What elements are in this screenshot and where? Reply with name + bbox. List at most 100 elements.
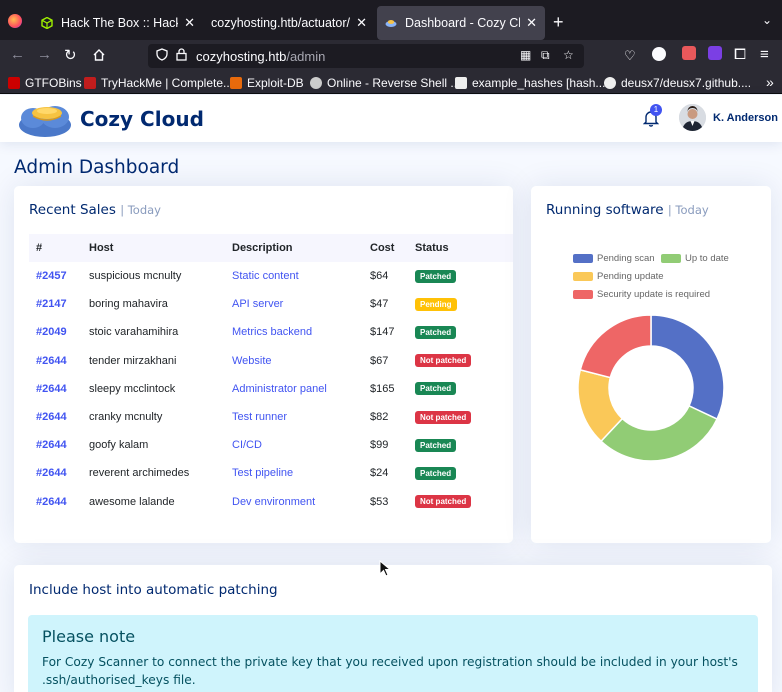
row-id-link[interactable]: #2644 [36,355,67,367]
close-tab-icon[interactable]: ✕ [184,15,195,31]
brand-name[interactable]: Cozy Cloud [80,107,204,131]
tab-hackthebox[interactable]: Hack The Box :: Hack The ✕ [33,6,203,40]
running-software-title: Running software | Today [546,202,709,218]
table-row: #2644 sleepy mcclintock Administrator pane… [29,375,513,403]
bookmark-star-icon[interactable]: ☆ [563,48,574,62]
row-status-cell: Patched [408,431,513,459]
extensions-puzzle-icon[interactable]: ⧠ [734,46,746,63]
more-bookmarks-icon[interactable]: » [766,74,774,90]
column-header: Description [232,242,293,254]
qr-code-icon[interactable]: ▦ [520,48,531,62]
row-id-link[interactable]: #2049 [36,326,67,338]
github-icon [604,77,616,89]
row-id-link[interactable]: #2644 [36,467,67,479]
row-description-link[interactable]: Metrics backend [232,326,312,338]
tab-dashboard[interactable]: Dashboard - Cozy Cloud ✕ [377,6,545,40]
row-cost: $165 [370,382,395,395]
donut-slice-0[interactable] [650,314,725,421]
row-cost: $67 [370,354,389,367]
back-icon[interactable]: ← [10,46,25,63]
bookmark-label: GTFOBins [25,76,82,90]
row-description-link[interactable]: Administrator panel [232,383,327,395]
avatar[interactable] [679,104,706,131]
bookmark-tryhackme[interactable]: TryHackMe | Complete... [84,76,233,90]
row-description-link[interactable]: Dev environment [232,496,315,508]
row-description-link[interactable]: CI/CD [232,439,262,451]
status-badge: Not patched [415,354,472,368]
shield-icon[interactable] [156,48,168,61]
row-status-cell: Patched [408,459,513,487]
forward-icon[interactable]: → [37,46,52,63]
list-tabs-icon[interactable]: ⌄ [762,13,772,27]
app-header: Cozy Cloud 1 K. Anderson [0,95,782,142]
lock-icon[interactable] [176,48,187,61]
close-tab-icon[interactable]: ✕ [356,15,367,31]
status-badge: Not patched [415,495,472,509]
row-description-link[interactable]: Test pipeline [232,467,293,479]
bookmark-github[interactable]: deusx7/deusx7.github.... [604,76,751,90]
skull-icon [310,77,322,89]
firefox-icon[interactable] [8,14,22,28]
row-host: awesome lalande [89,495,175,508]
row-id-link[interactable]: #2644 [36,439,67,451]
legend-item[interactable]: Pending scan [573,253,655,264]
row-description-cell: Test pipeline [225,459,363,487]
extension-badge-icon[interactable] [708,46,722,60]
row-description-link[interactable]: Static content [232,270,299,282]
user-name[interactable]: K. Anderson [713,112,778,124]
menu-icon[interactable]: ≡ [760,46,769,63]
hashcat-icon [455,77,467,89]
row-id-link[interactable]: #2644 [36,383,67,395]
bookmark-label: Exploit-DB [247,76,304,90]
row-description-cell: Administrator panel [225,375,363,403]
column-header: # [36,242,43,254]
row-description-link[interactable]: API server [232,298,283,310]
bookmark-reverse-shell[interactable]: Online - Reverse Shell ... [310,76,460,90]
translate-icon[interactable]: ⧉ [541,48,550,63]
bookmark-hashcat[interactable]: example_hashes [hash... [455,76,605,90]
new-tab-icon[interactable]: + [553,12,564,33]
automatic-patching-title: Include host into automatic patching [29,582,278,598]
legend-item[interactable]: Pending update [573,271,664,282]
url-bar[interactable]: cozyhosting.htb/admin ▦ ⧉ ☆ [148,44,584,68]
close-tab-icon[interactable]: ✕ [526,15,537,31]
legend-item[interactable]: Security update is required [573,289,710,300]
row-id-cell: #2644 [29,459,82,487]
row-id-link[interactable]: #2147 [36,298,67,310]
row-id-link[interactable]: #2644 [36,496,67,508]
table-row: #2644 tender mirzakhani Website $67 Not patc… [29,347,513,375]
bookmark-label: TryHackMe | Complete... [101,76,234,90]
row-description-cell: Dev environment [225,488,363,516]
reload-icon[interactable]: ↻ [64,46,77,64]
table-row: #2644 reverent archimedes Test pipeline $24… [29,459,513,487]
card-subtitle: | Today [667,203,709,217]
status-badge: Patched [415,269,457,283]
status-badge: Patched [415,438,457,452]
row-id-cell: #2147 [29,290,82,318]
row-status-cell: Patched [408,318,513,346]
bookmark-exploitdb[interactable]: Exploit-DB [230,76,304,90]
row-id-link[interactable]: #2457 [36,270,67,282]
url-text: cozyhosting.htb/admin [196,49,325,64]
pocket-icon[interactable]: ♡ [624,48,636,64]
cozy-cloud-logo-icon[interactable] [17,100,73,138]
hackthebox-cube-icon [41,17,53,29]
row-status-cell: Not patched [408,488,513,516]
tab-actuator[interactable]: cozyhosting.htb/actuator/ses ✕ [203,6,375,40]
home-icon[interactable] [92,48,106,62]
software-donut-chart[interactable] [575,312,727,464]
donut-slice-3[interactable] [579,314,652,379]
extension-foxyproxy-icon[interactable] [682,46,696,60]
legend-item[interactable]: Up to date [661,253,729,264]
bookmark-gtfobins[interactable]: GTFOBins [8,76,82,90]
row-description-link[interactable]: Test runner [232,411,287,423]
account-icon[interactable] [652,47,666,61]
status-badge: Patched [415,382,457,396]
row-id-link[interactable]: #2644 [36,411,67,423]
row-description-link[interactable]: Website [232,355,272,367]
row-host: stoic varahamihira [89,326,179,339]
note-text: For Cozy Scanner to connect the private … [42,655,738,687]
running-software-card: Running software | Today Pending scan Up… [531,186,771,543]
row-description-cell: Static content [225,262,363,290]
url-path: /admin [286,49,326,64]
